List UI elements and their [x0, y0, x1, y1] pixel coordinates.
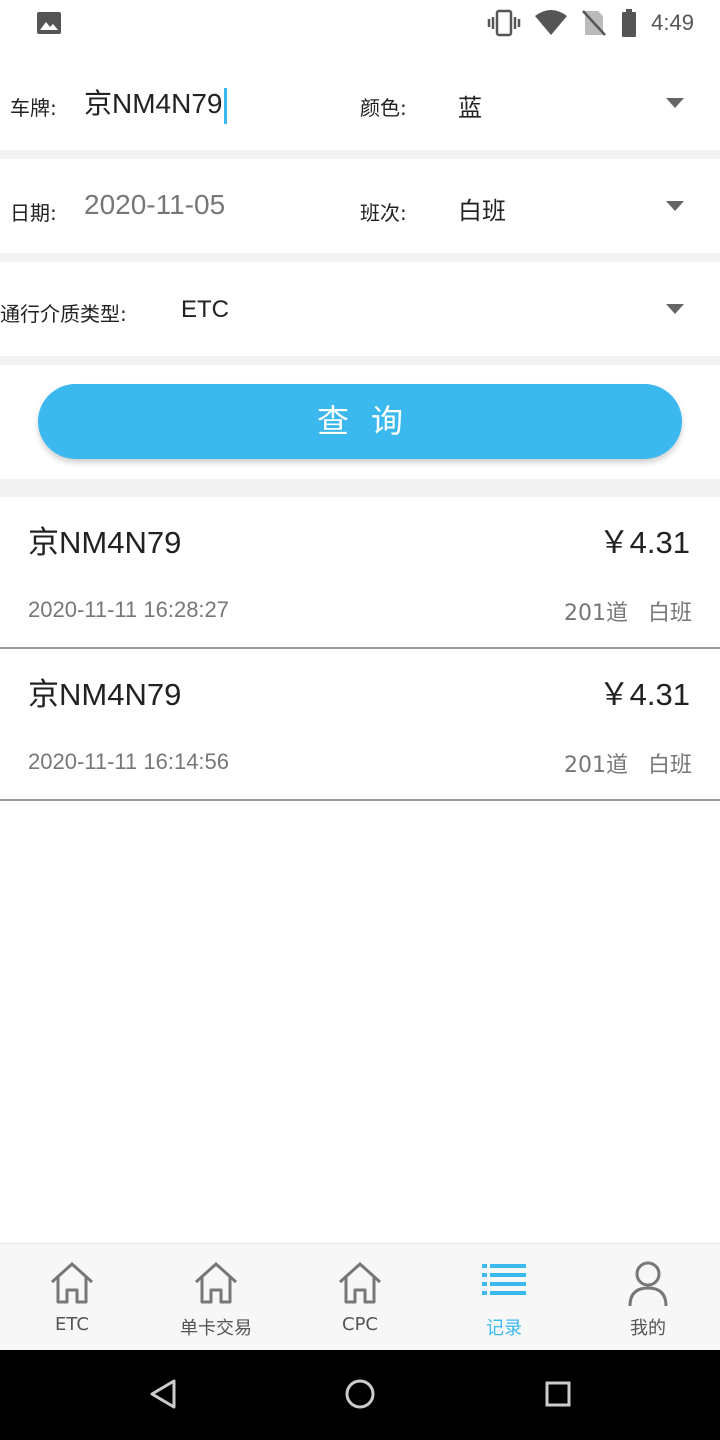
date-input[interactable]: 2020-11-05	[84, 189, 225, 221]
record-item[interactable]: 京NM4N79 ￥4.31 2020-11-11 16:14:56 201道 白班	[0, 649, 720, 801]
date-label: 日期:	[10, 201, 57, 225]
home-icon	[50, 1262, 94, 1304]
shift-dropdown-arrow-icon[interactable]	[666, 201, 684, 211]
back-icon[interactable]	[148, 1378, 178, 1410]
nav-item-cpc[interactable]: CPC	[288, 1244, 432, 1351]
record-plate: 京NM4N79	[28, 677, 182, 712]
medium-dropdown-arrow-icon[interactable]	[666, 304, 684, 314]
record-shift: 白班	[647, 753, 692, 778]
nav-item-records[interactable]: 记录	[432, 1244, 576, 1351]
nav-label-cpc: CPC	[342, 1314, 378, 1335]
nav-label-single-card: 单卡交易	[180, 1318, 252, 1339]
plate-input[interactable]: 京NM4N79	[84, 82, 228, 124]
battery-icon	[622, 9, 637, 37]
shift-label: 班次:	[360, 201, 407, 225]
record-time: 2020-11-11 16:14:56	[28, 749, 230, 774]
color-select[interactable]: 蓝	[458, 88, 482, 123]
query-button[interactable]: 查询	[38, 384, 682, 459]
record-lane: 201道	[563, 753, 628, 778]
divider	[0, 479, 720, 497]
image-icon	[37, 12, 61, 34]
plate-label: 车牌:	[10, 96, 57, 120]
home-icon	[338, 1262, 382, 1304]
nav-item-etc[interactable]: ETC	[0, 1244, 144, 1351]
home-circle-icon[interactable]	[344, 1378, 376, 1410]
records-list: 京NM4N79 ￥4.31 2020-11-11 16:28:27 201道 白班…	[0, 497, 720, 801]
medium-label: 通行介质类型:	[0, 302, 127, 326]
shift-select[interactable]: 白班	[458, 191, 506, 226]
wifi-icon	[535, 10, 568, 35]
record-time: 2020-11-11 16:28:27	[28, 597, 230, 622]
divider	[0, 356, 720, 365]
color-dropdown-arrow-icon[interactable]	[666, 98, 684, 108]
record-item[interactable]: 京NM4N79 ￥4.31 2020-11-11 16:28:27 201道 白班	[0, 497, 720, 649]
nav-label-records: 记录	[486, 1318, 522, 1339]
medium-row: 通行介质类型: ETC	[0, 262, 720, 356]
status-bar: 4:49	[0, 0, 720, 48]
record-amount: ￥4.31	[598, 677, 690, 712]
nav-item-single-card[interactable]: 单卡交易	[144, 1244, 288, 1351]
system-nav-bar	[0, 1350, 720, 1440]
record-plate: 京NM4N79	[28, 525, 182, 560]
recents-icon[interactable]	[544, 1378, 572, 1410]
vibrate-icon	[487, 9, 521, 37]
divider	[0, 150, 720, 159]
nav-label-etc: ETC	[55, 1314, 89, 1335]
nav-label-mine: 我的	[630, 1318, 666, 1339]
divider	[0, 253, 720, 262]
record-lane-shift: 201道 白班	[564, 595, 692, 627]
user-icon	[628, 1261, 668, 1307]
date-shift-row: 日期: 2020-11-05 班次: 白班	[0, 159, 720, 253]
nav-item-mine[interactable]: 我的	[576, 1244, 720, 1351]
record-amount: ￥4.31	[598, 525, 690, 560]
no-sim-icon	[582, 10, 607, 36]
color-label: 颜色:	[360, 96, 407, 120]
record-lane: 201道	[563, 601, 628, 626]
text-caret	[224, 87, 228, 124]
list-icon	[482, 1264, 526, 1295]
bottom-nav: ETC 单卡交易 CPC 记录 我的	[0, 1243, 720, 1350]
status-time: 4:49	[651, 10, 694, 35]
plate-color-row: 车牌: 京NM4N79 颜色: 蓝	[0, 56, 720, 150]
medium-select[interactable]: ETC	[181, 296, 229, 324]
record-lane-shift: 201道 白班	[564, 747, 692, 779]
home-icon	[194, 1262, 238, 1304]
record-shift: 白班	[647, 601, 692, 626]
plate-input-value: 京NM4N79	[84, 88, 223, 119]
